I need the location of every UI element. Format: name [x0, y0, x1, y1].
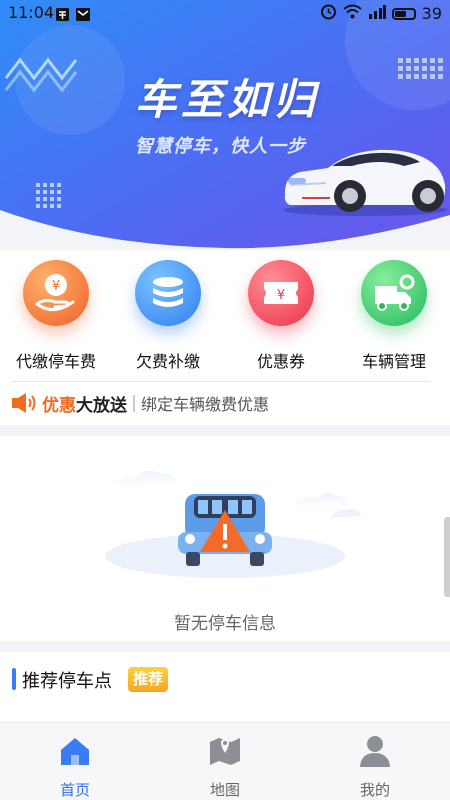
func-coupon[interactable]: ¥ 优惠券 — [225, 260, 337, 372]
svg-text:¥: ¥ — [277, 288, 285, 303]
tab-home[interactable]: 首页 — [20, 733, 130, 800]
wifi-icon — [343, 4, 362, 23]
bottom-tab-bar: 首页 地图 我的 — [0, 722, 450, 800]
hero-subtitle: 智慧停车，快人一步 — [135, 136, 306, 157]
status-bar: 11:04 39 — [0, 0, 450, 26]
alarm-icon — [320, 3, 337, 24]
parking-info-empty: 暂无停车信息 — [0, 436, 450, 641]
empty-car-illustration — [105, 470, 362, 578]
func-pay-parking-fee[interactable]: ¥ 代缴停车费 — [0, 260, 112, 372]
tab-label: 首页 — [59, 781, 90, 799]
svg-text:¥: ¥ — [52, 279, 60, 294]
empty-state-text: 暂无停车信息 — [174, 614, 276, 634]
promo-separator — [133, 394, 135, 412]
promo-banner[interactable]: 优惠大放送 绑定车辆缴费优惠 — [12, 390, 269, 416]
func-pay-arrears[interactable]: 欠费补缴 — [112, 260, 224, 372]
notification-icon — [56, 6, 69, 21]
map-pin-icon — [207, 733, 243, 769]
divider — [12, 381, 430, 382]
hand-coin-icon: ¥ — [23, 260, 89, 326]
tab-map[interactable]: 地图 — [170, 733, 280, 800]
promo-tag-highlight: 优惠 — [42, 395, 76, 416]
speaker-icon — [12, 392, 38, 414]
section-accent-bar — [12, 668, 16, 690]
func-vehicle-management[interactable]: 车辆管理 — [338, 260, 450, 372]
coupon-icon: ¥ — [248, 260, 314, 326]
hero-banner: 车至如归 智慧停车，快人一步 — [0, 0, 450, 250]
battery-icon — [391, 7, 416, 20]
function-grid: ¥ 代缴停车费 欠费补缴 ¥ 优惠券 车辆管理 优惠大放送 绑定车辆缴费优惠 — [0, 250, 450, 425]
func-label: 优惠券 — [256, 352, 305, 371]
battery-level: 39 — [421, 4, 442, 23]
truck-gear-icon — [361, 260, 427, 326]
promo-text: 绑定车辆缴费优惠 — [141, 395, 270, 414]
func-label: 车辆管理 — [361, 352, 426, 371]
section-title: 推荐停车点 — [22, 671, 112, 692]
mail-icon — [76, 6, 90, 21]
home-icon — [57, 733, 93, 769]
status-time: 11:04 — [8, 3, 55, 22]
scroll-handle[interactable] — [444, 517, 450, 597]
recommend-badge: 推荐 — [128, 667, 169, 692]
tab-label: 地图 — [209, 781, 240, 799]
promo-tag: 优惠大放送 — [42, 391, 127, 416]
recommended-section: 推荐停车点 推荐 — [0, 652, 450, 722]
stack-icon — [135, 260, 201, 326]
func-label: 代缴停车费 — [15, 352, 96, 371]
user-icon — [357, 733, 393, 769]
hero-title: 车至如归 — [135, 75, 320, 124]
tab-profile[interactable]: 我的 — [320, 733, 430, 800]
func-label: 欠费补缴 — [135, 352, 200, 371]
signal-icon — [368, 4, 386, 23]
promo-tag-rest: 大放送 — [76, 395, 127, 416]
tab-label: 我的 — [359, 781, 390, 799]
